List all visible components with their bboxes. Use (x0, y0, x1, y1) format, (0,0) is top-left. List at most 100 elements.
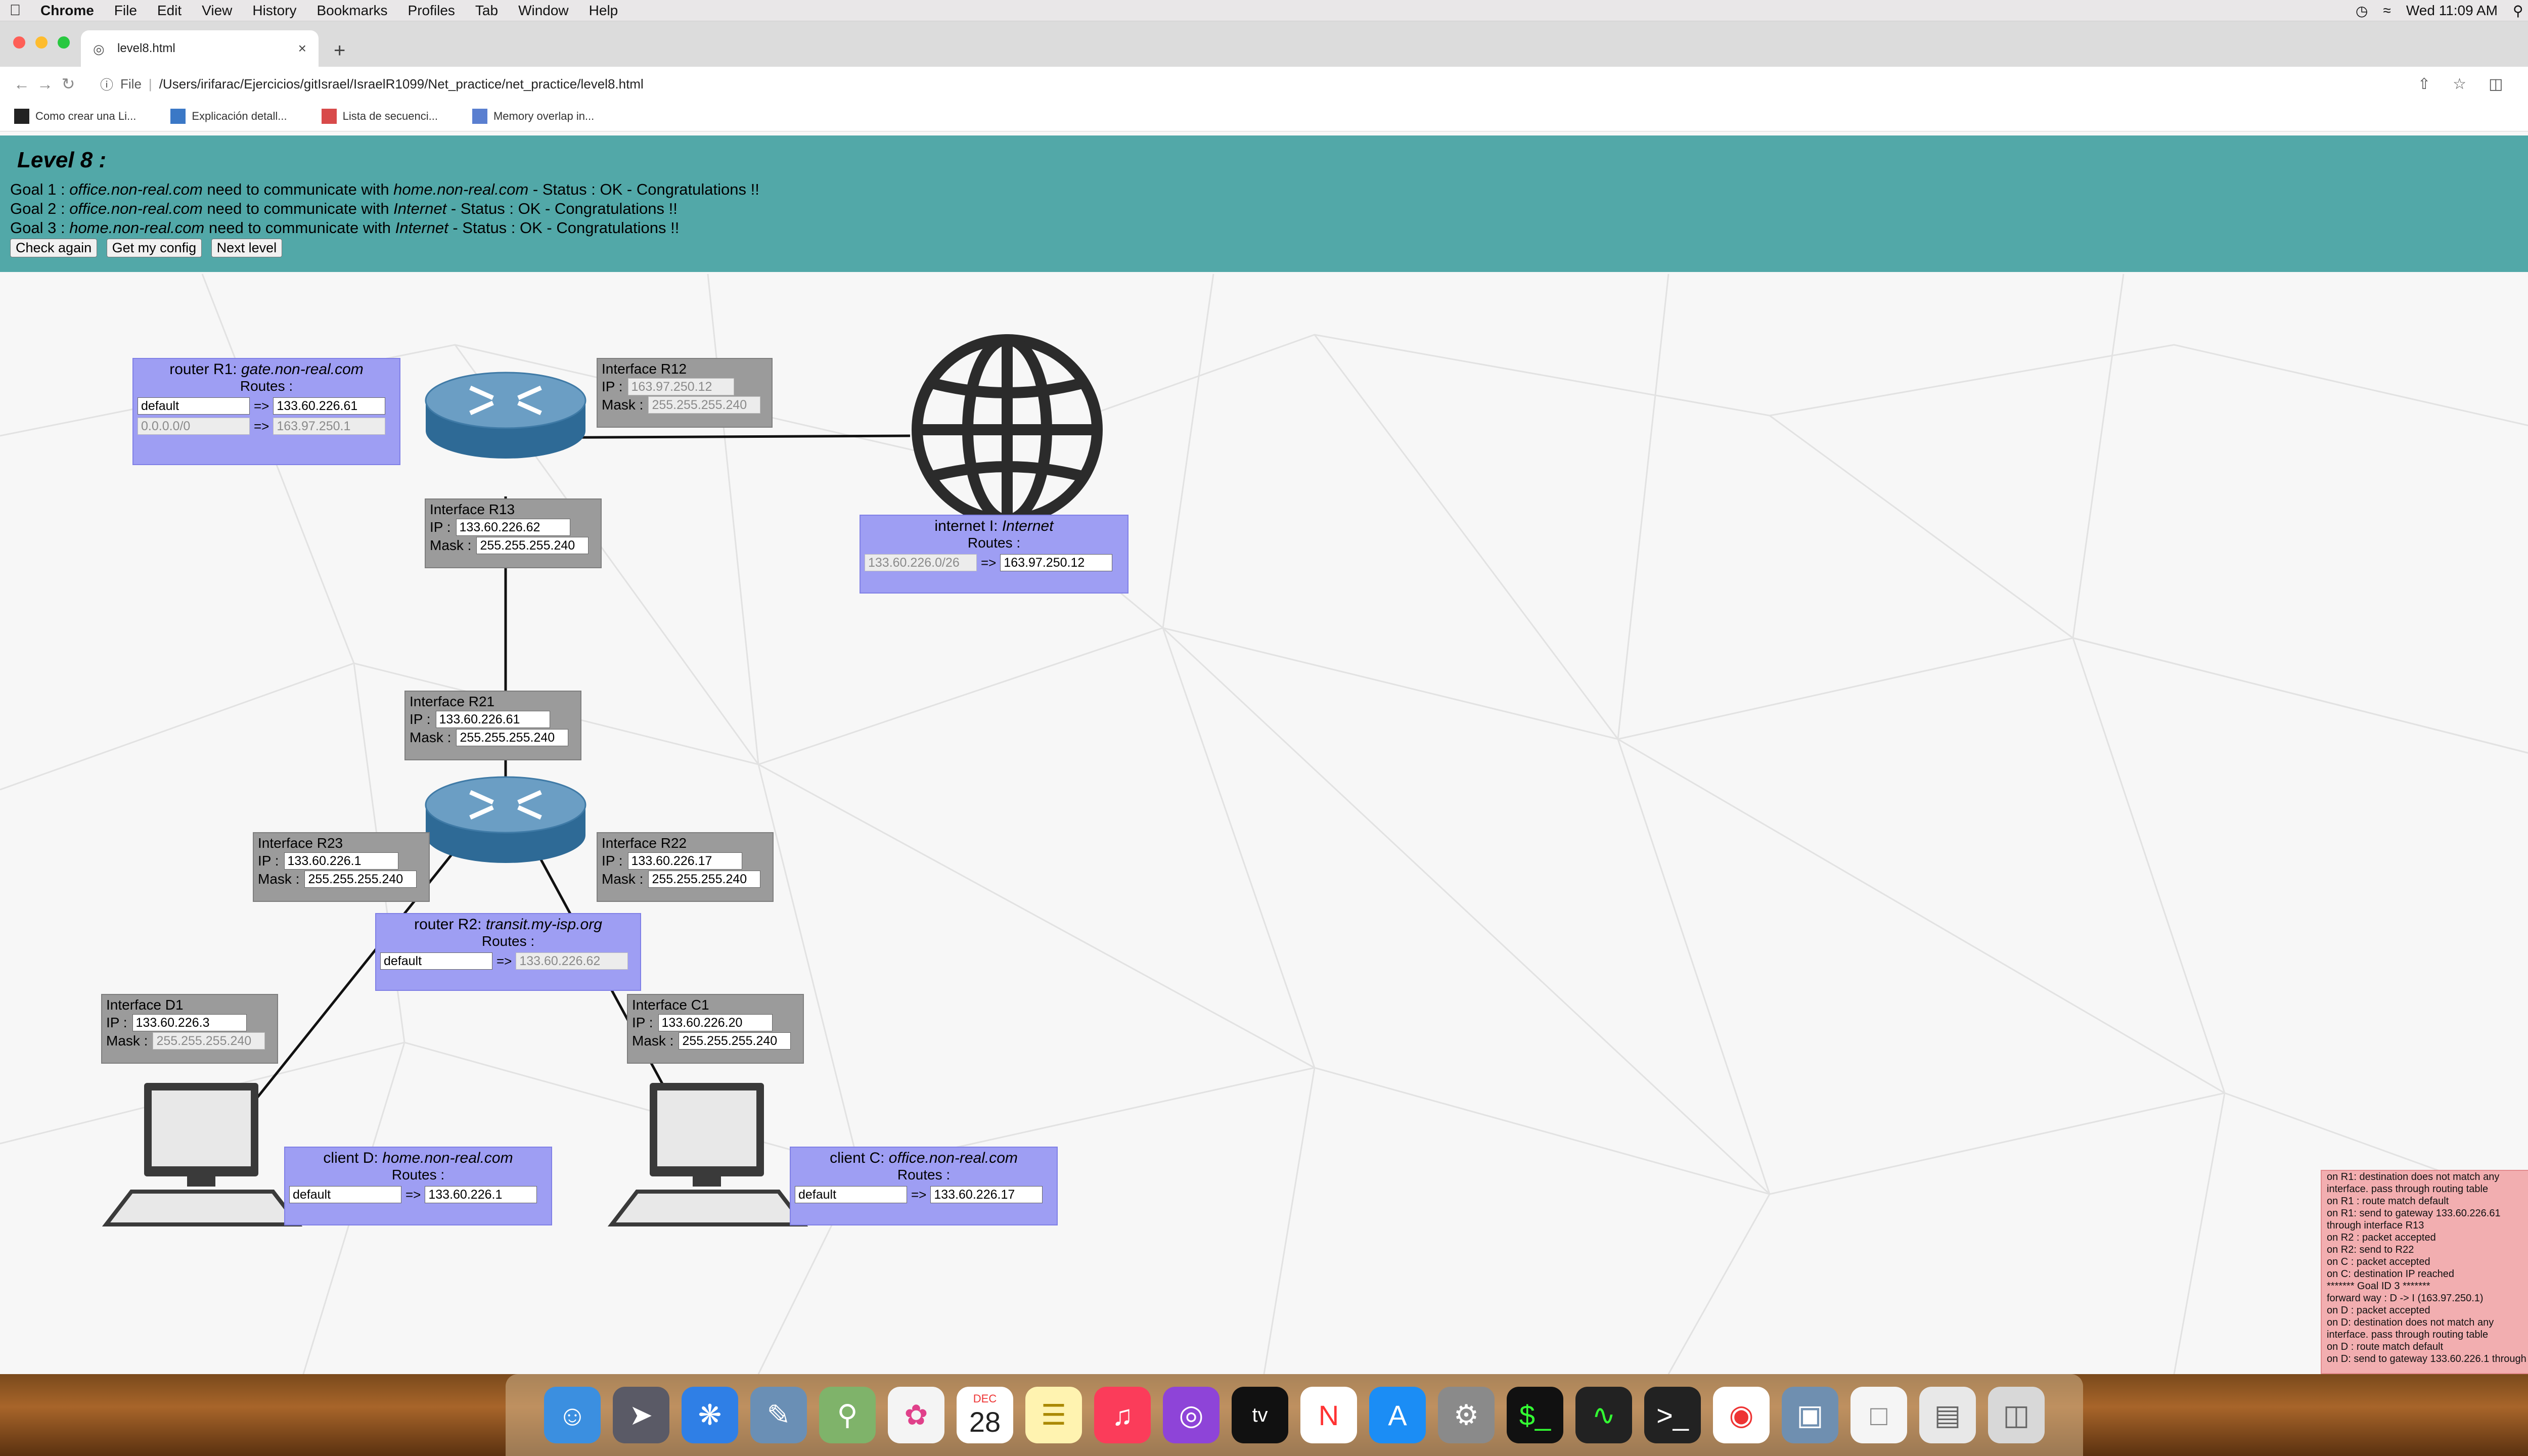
reload-icon[interactable]: ↻ (57, 74, 80, 94)
wifi-icon[interactable]: ≈ (2383, 3, 2390, 19)
music-icon[interactable]: ♫ (1094, 1387, 1151, 1443)
menu-bookmarks[interactable]: Bookmarks (306, 3, 397, 19)
podcasts-icon[interactable]: ◎ (1163, 1387, 1220, 1443)
c-route-gateway[interactable]: 133.60.226.17 (930, 1186, 1043, 1203)
d-route-gateway[interactable]: 133.60.226.1 (425, 1186, 537, 1203)
computer-d-icon[interactable] (102, 1083, 303, 1226)
r1-route-1-dest[interactable]: default (138, 397, 250, 415)
dock: ☺ ➤ ❋ ✎ ⚲ ✿ DEC 28 ☰ ♫ ◎ tv N A ⚙ $_ ∿ >_… (506, 1374, 2083, 1456)
bookmark-item[interactable]: Como crear una Li... (14, 108, 136, 124)
spotlight-icon[interactable]: ⚲ (2513, 3, 2523, 19)
close-window-icon[interactable] (13, 36, 25, 49)
news-icon[interactable]: N (1300, 1387, 1357, 1443)
toolbar: ← → ↻ ⓘ File | /Users/irifarac/Ejercicio… (0, 67, 2528, 101)
preview-icon[interactable]: ✎ (750, 1387, 807, 1443)
safari-icon[interactable]: ❋ (682, 1387, 738, 1443)
client-d-name: home.non-real.com (382, 1150, 513, 1166)
maps-icon[interactable]: ⚲ (819, 1387, 876, 1443)
log-line: on D: send to gateway 133.60.226.1 throu… (2327, 1353, 2526, 1364)
c1-ip[interactable]: 133.60.226.20 (658, 1014, 773, 1031)
back-icon[interactable]: ← (10, 75, 33, 94)
system-preferences-icon[interactable]: ⚙ (1438, 1387, 1495, 1443)
profile-icon[interactable]: ☻ (2525, 75, 2528, 93)
tab-level8[interactable]: ◎ level8.html × (81, 30, 319, 67)
bookmark-item[interactable]: Memory overlap in... (472, 108, 594, 124)
forward-icon[interactable]: → (33, 75, 57, 94)
bookmark-item[interactable]: Explicación detall... (170, 108, 287, 124)
menu-window[interactable]: Window (508, 3, 579, 19)
bookmark-favicon-icon (472, 108, 487, 124)
r2-route-gateway: 133.60.226.62 (516, 952, 628, 970)
interface-title: Interface R23 (258, 835, 343, 851)
activity-monitor-icon[interactable]: ∿ (1575, 1387, 1632, 1443)
log-line: on R1: send to gateway 133.60.226.61 (2327, 1208, 2501, 1219)
menu-history[interactable]: History (242, 3, 306, 19)
photos-icon[interactable]: ✿ (888, 1387, 944, 1443)
r23-mask[interactable]: 255.255.255.240 (304, 871, 417, 888)
star-icon[interactable]: ☆ (2453, 75, 2466, 93)
new-tab-icon[interactable]: + (334, 39, 345, 62)
r12-mask: 255.255.255.240 (648, 396, 761, 414)
log-line: on C: destination IP reached (2327, 1268, 2455, 1280)
r22-mask[interactable]: 255.255.255.240 (648, 871, 761, 888)
log-line: interface. pass through routing table (2327, 1329, 2489, 1340)
log-line: interface. pass through routing table (2327, 1184, 2489, 1195)
d-route-dest[interactable]: default (289, 1186, 401, 1203)
c-route-dest[interactable]: default (795, 1186, 907, 1203)
clock[interactable]: Wed 11:09 AM (2406, 3, 2498, 19)
terminal-2-icon[interactable]: >_ (1644, 1387, 1701, 1443)
router-r2-panel: router R2: transit.my-isp.org Routes : d… (375, 913, 641, 991)
chrome-icon[interactable]: ◉ (1713, 1387, 1770, 1443)
zoom-window-icon[interactable] (58, 36, 70, 49)
computer-c-icon[interactable] (607, 1083, 808, 1226)
r21-mask[interactable]: 255.255.255.240 (456, 729, 569, 746)
r2-route-dest[interactable]: default (380, 952, 492, 970)
downloads-stack-icon[interactable]: ▤ (1919, 1387, 1976, 1443)
interface-title: Interface R12 (602, 361, 687, 377)
apple-icon[interactable]:  (0, 2, 30, 19)
time-machine-icon[interactable]: ◷ (2356, 3, 2368, 19)
log-line: forward way : D -> I (163.97.250.1) (2327, 1293, 2484, 1304)
bookmark-item[interactable]: Lista de secuenci... (321, 108, 438, 124)
sidepanel-icon[interactable]: ◫ (2489, 75, 2503, 93)
r13-ip[interactable]: 133.60.226.62 (456, 519, 570, 536)
r23-ip[interactable]: 133.60.226.1 (284, 852, 398, 870)
close-tab-icon[interactable]: × (298, 40, 306, 57)
minimize-window-icon[interactable] (35, 36, 48, 49)
window-controls (13, 36, 70, 49)
menu-help[interactable]: Help (579, 3, 628, 19)
router-r1-icon[interactable] (425, 372, 586, 459)
r1-route-1-gateway[interactable]: 133.60.226.61 (273, 397, 386, 415)
router-r2-icon[interactable] (425, 776, 586, 863)
document-icon[interactable]: □ (1850, 1387, 1907, 1443)
r21-ip[interactable]: 133.60.226.61 (435, 711, 550, 728)
d1-mask: 255.255.255.240 (153, 1032, 265, 1050)
info-icon[interactable]: ⓘ (100, 75, 113, 94)
calendar-icon[interactable]: DEC 28 (957, 1387, 1013, 1443)
r22-ip[interactable]: 133.60.226.17 (627, 852, 742, 870)
menu-profiles[interactable]: Profiles (398, 3, 465, 19)
apple-tv-icon[interactable]: tv (1232, 1387, 1288, 1443)
internet-globe-icon[interactable] (912, 334, 1103, 525)
interface-r21-panel: Interface R21 IP :133.60.226.61 Mask :25… (404, 691, 581, 760)
d1-ip[interactable]: 133.60.226.3 (132, 1014, 247, 1031)
menu-edit[interactable]: Edit (147, 3, 192, 19)
c1-mask[interactable]: 255.255.255.240 (679, 1032, 791, 1050)
menu-file[interactable]: File (104, 3, 147, 19)
finder-icon[interactable]: ☺ (544, 1387, 601, 1443)
menu-tab[interactable]: Tab (465, 3, 508, 19)
app-store-icon[interactable]: A (1369, 1387, 1426, 1443)
log-panel[interactable]: on R1: destination does not match any in… (2321, 1170, 2528, 1374)
menu-view[interactable]: View (192, 3, 242, 19)
share-icon[interactable]: ⇧ (2418, 75, 2430, 93)
screenshot-preview-icon[interactable]: ▣ (1782, 1387, 1838, 1443)
r13-mask[interactable]: 255.255.255.240 (476, 537, 589, 554)
menu-app[interactable]: Chrome (30, 3, 104, 19)
address-bar[interactable]: ⓘ File | /Users/irifarac/Ejercicios/gitI… (100, 75, 2375, 94)
launchpad-icon[interactable]: ➤ (613, 1387, 669, 1443)
trash-icon[interactable]: ◫ (1988, 1387, 2045, 1443)
terminal-icon[interactable]: $_ (1507, 1387, 1563, 1443)
router-r1-panel: router R1: gate.non-real.com Routes : de… (132, 358, 400, 465)
internet-route-gateway[interactable]: 163.97.250.12 (1000, 554, 1113, 571)
notes-icon[interactable]: ☰ (1025, 1387, 1082, 1443)
